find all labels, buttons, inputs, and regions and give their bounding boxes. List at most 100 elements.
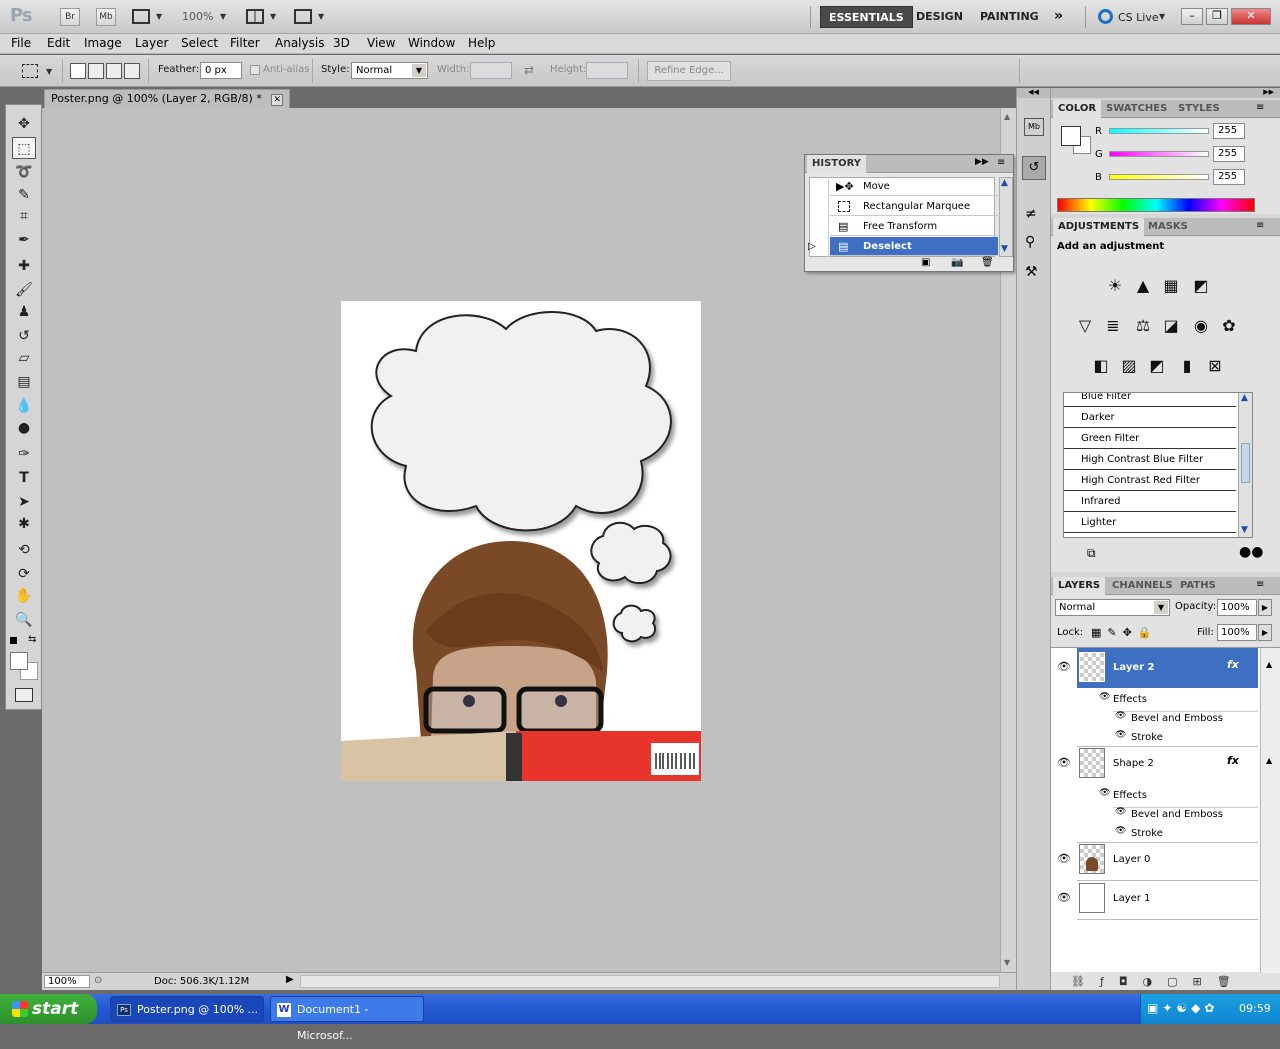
add-to-selection-icon[interactable] [88, 63, 104, 79]
history-item-move[interactable]: ▶✥ Move [830, 177, 998, 196]
blur-tool-icon[interactable]: 💧 [12, 395, 36, 417]
brush-presets-icon[interactable]: ≠ [1025, 206, 1037, 222]
quick-mask-icon[interactable] [15, 688, 33, 702]
eye-icon[interactable]: 👁 [1057, 756, 1071, 769]
vibrance-icon[interactable]: ▽ [1073, 314, 1097, 338]
blue-slider[interactable] [1109, 174, 1209, 180]
arrange-documents-icon[interactable] [246, 9, 264, 24]
more-workspaces-icon[interactable]: » [1054, 8, 1063, 24]
chevron-down-icon[interactable]: ▼ [156, 12, 162, 21]
eye-icon[interactable]: 👁 [1099, 788, 1110, 798]
path-selection-tool-icon[interactable]: ➤ [12, 491, 36, 513]
tab-color[interactable]: COLOR [1053, 100, 1102, 118]
menu-filter[interactable]: Filter [230, 36, 260, 50]
eye-icon[interactable]: 👁 [1115, 826, 1126, 836]
tab-swatches[interactable]: SWATCHES [1101, 100, 1172, 118]
marquee-tool-preset-icon[interactable] [22, 64, 38, 78]
menu-file[interactable]: File [11, 36, 31, 50]
panel-menu-icon[interactable]: ≡ [1256, 102, 1264, 113]
zoom-field[interactable]: 100% [44, 975, 90, 988]
fx-icon[interactable]: fx [1227, 754, 1239, 767]
taskbar-word[interactable]: W Document1 - Microsof... [270, 996, 424, 1042]
presets-scrollbar[interactable]: ▲ ▼ [1238, 393, 1252, 537]
layer-name[interactable]: Shape 2 [1113, 758, 1154, 769]
workspace-essentials[interactable]: ESSENTIALS [820, 6, 913, 28]
view-extras-icon[interactable] [132, 9, 150, 24]
preset-item[interactable]: High Contrast Red Filter [1064, 470, 1236, 491]
eraser-tool-icon[interactable]: ▱ [12, 347, 36, 369]
preset-item[interactable]: Green Filter [1064, 428, 1236, 449]
hue-saturation-icon[interactable]: ≣ [1101, 314, 1125, 338]
cs-live-icon[interactable] [1098, 9, 1113, 24]
black-white-icon[interactable]: ◪ [1159, 314, 1183, 338]
clip-to-layer-icon[interactable]: ⧉ [1087, 546, 1096, 561]
chevron-down-icon[interactable]: ▼ [270, 12, 276, 21]
eye-icon[interactable]: 👁 [1099, 692, 1110, 702]
threshold-icon[interactable]: ◩ [1145, 354, 1169, 378]
cs-live-menu[interactable]: CS Live [1118, 11, 1159, 24]
tab-styles[interactable]: STYLES [1173, 100, 1225, 118]
effect-stroke[interactable]: Stroke [1131, 732, 1163, 743]
preset-item[interactable]: Blue Filter [1064, 393, 1236, 407]
green-value-input[interactable]: 255 [1213, 146, 1245, 162]
zoom-tool-icon[interactable]: 🔍 [12, 609, 36, 631]
menu-3d[interactable]: 3D [333, 36, 350, 50]
intersect-selection-icon[interactable] [124, 63, 140, 79]
swap-colors-icon[interactable]: ⇆ [28, 634, 36, 645]
red-slider[interactable] [1109, 128, 1209, 134]
eye-icon[interactable]: 👁 [1115, 807, 1126, 817]
history-brush-tool-icon[interactable]: ↺ [12, 325, 36, 347]
style-select[interactable]: Normal ▼ [351, 62, 428, 79]
photo-filter-icon[interactable]: ◉ [1189, 314, 1213, 338]
screen-mode-icon[interactable] [294, 9, 312, 24]
menu-layer[interactable]: Layer [135, 36, 168, 50]
close-tab-icon[interactable]: ✕ [271, 94, 284, 106]
dodge-tool-icon[interactable]: ● [12, 417, 36, 439]
invert-icon[interactable]: ◧ [1089, 354, 1113, 378]
history-tab[interactable]: HISTORY [807, 155, 867, 173]
horizontal-scrollbar[interactable] [300, 975, 1000, 988]
width-input[interactable] [470, 62, 512, 79]
chevron-down-icon[interactable]: ▼ [412, 64, 426, 77]
clone-stamp-tool-icon[interactable]: ♟ [12, 301, 36, 323]
chevron-down-icon[interactable]: ▼ [318, 12, 324, 21]
tab-channels[interactable]: CHANNELS [1107, 577, 1178, 595]
menu-view[interactable]: View [367, 36, 395, 50]
history-item-deselect[interactable]: ▷ ▤ Deselect [808, 237, 998, 256]
quick-selection-tool-icon[interactable]: ✎ [12, 184, 36, 206]
red-value-input[interactable]: 255 [1213, 123, 1245, 139]
history-scrollbar[interactable]: ▲ ▼ [999, 177, 1013, 257]
menu-edit[interactable]: Edit [47, 36, 70, 50]
brushes-panel-icon[interactable]: ⚒ [1025, 264, 1038, 280]
layers-panel-footer-icons[interactable]: ⛓ƒ◘◑▢⊞🗑 [1071, 975, 1246, 988]
fill-input[interactable]: 100% [1217, 624, 1257, 641]
feather-input[interactable]: 0 px [200, 62, 242, 79]
chevron-down-icon[interactable]: ▼ [1154, 601, 1168, 614]
hand-tool-icon[interactable]: ✋ [12, 585, 36, 607]
lasso-tool-icon[interactable]: ➰ [12, 161, 36, 183]
default-colors-icon[interactable] [10, 637, 17, 644]
status-menu-arrow-icon[interactable]: ▶ [286, 974, 294, 985]
layer-name[interactable]: Layer 2 [1113, 662, 1154, 673]
restore-button[interactable]: ❐ [1206, 8, 1228, 25]
gradient-map-icon[interactable]: ▮ [1175, 354, 1199, 378]
tab-layers[interactable]: LAYERS [1053, 577, 1106, 595]
fx-icon[interactable]: fx [1227, 658, 1239, 671]
eye-icon[interactable]: 👁 [1057, 660, 1071, 673]
levels-icon[interactable]: ▲ [1131, 274, 1155, 298]
opacity-slider-toggle-icon[interactable]: ▶ [1258, 599, 1272, 616]
3d-orbit-tool-icon[interactable]: ⟳ [12, 563, 36, 585]
layers-scrollbar[interactable]: ▲ ▲ [1260, 648, 1280, 973]
panel-menu-icon[interactable]: ≡ [997, 157, 1005, 168]
menu-help[interactable]: Help [468, 36, 495, 50]
blend-mode-select[interactable]: Normal ▼ [1055, 599, 1170, 616]
preset-item[interactable]: Darker [1064, 407, 1236, 428]
preset-item[interactable]: High Contrast Blue Filter [1064, 449, 1236, 470]
status-icon[interactable]: ⊙ [94, 975, 102, 986]
bridge-button[interactable]: Br [60, 8, 80, 26]
workspace-design[interactable]: DESIGN [908, 6, 971, 28]
tray-icons[interactable]: ▣✦☯◆✿ [1147, 1001, 1218, 1015]
layer-name[interactable]: Layer 1 [1113, 893, 1150, 904]
mini-bridge-button[interactable]: Mb [96, 8, 116, 26]
foreground-color-swatch[interactable] [10, 652, 28, 670]
